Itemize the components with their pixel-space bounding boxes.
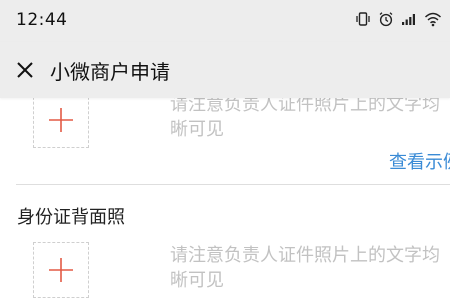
cellular-signal-icon bbox=[402, 14, 415, 25]
back-photo-hint: 请注意负责人证件照片上的文字均 晰可见 bbox=[170, 243, 450, 293]
screen: 请注意负责人证件照片上的文字均 晰可见 查看示例 身份证背面照 请注意负责人证件… bbox=[0, 0, 450, 300]
title-bar: 小微商户申请 bbox=[0, 42, 450, 98]
status-icons bbox=[355, 11, 442, 27]
page-title: 小微商户申请 bbox=[50, 60, 170, 84]
view-example-link[interactable]: 查看示例 bbox=[389, 148, 450, 174]
vibrate-icon bbox=[356, 12, 370, 26]
status-time: 12:44 bbox=[16, 10, 68, 30]
close-button[interactable] bbox=[10, 55, 40, 85]
section-divider bbox=[16, 184, 450, 185]
status-bar: 12:44 bbox=[0, 0, 450, 42]
plus-icon bbox=[49, 258, 73, 282]
wifi-icon bbox=[424, 12, 442, 27]
upload-front-photo-button[interactable] bbox=[33, 92, 89, 148]
plus-icon bbox=[49, 108, 73, 132]
front-photo-hint: 请注意负责人证件照片上的文字均 晰可见 bbox=[170, 92, 450, 142]
hint-line-1: 请注意负责人证件照片上的文字均 bbox=[170, 245, 440, 266]
alarm-icon bbox=[379, 12, 393, 27]
hint-line-2: 晰可见 bbox=[170, 270, 224, 291]
upload-back-photo-button[interactable] bbox=[33, 242, 89, 298]
close-icon bbox=[17, 62, 33, 78]
id-back-photo-title: 身份证背面照 bbox=[17, 207, 125, 228]
hint-line-2: 晰可见 bbox=[170, 119, 224, 140]
